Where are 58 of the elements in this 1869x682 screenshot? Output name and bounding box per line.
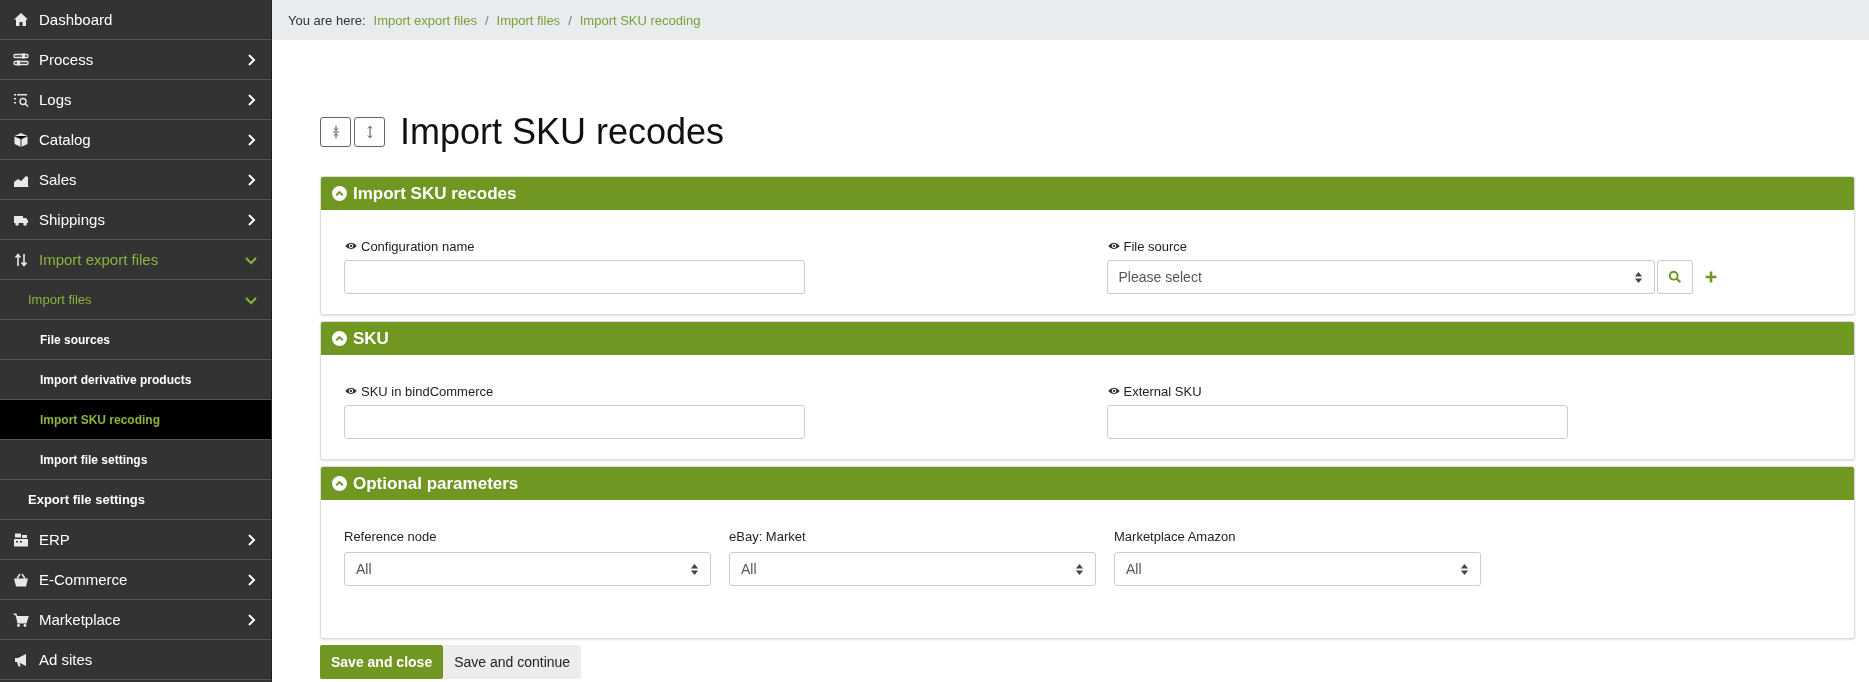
save-continue-button[interactable]: Save and continue: [443, 645, 582, 679]
arrows-inward-icon: [331, 125, 340, 139]
plus-icon: [1704, 271, 1717, 283]
text-input[interactable]: [1106, 405, 1568, 439]
field-label: Configuration name: [361, 238, 475, 254]
select-field[interactable]: All: [344, 552, 711, 586]
search-button[interactable]: [1656, 260, 1693, 294]
panel-title: SKU: [353, 328, 389, 349]
sidebar-item[interactable]: Export file settings: [0, 480, 271, 520]
basket-icon: [13, 571, 29, 588]
sidebar-item[interactable]: Ad sites: [0, 640, 271, 680]
sidebar-item[interactable]: Dashboard: [0, 0, 271, 40]
sidebar-item[interactable]: Process: [0, 40, 271, 80]
expand-all-button[interactable]: [354, 117, 385, 147]
page-title: Import SKU recodes: [400, 111, 725, 153]
cart-icon: [13, 611, 29, 628]
house-icon: [13, 11, 29, 28]
arrows-outward-icon: [365, 125, 374, 139]
megaphone-icon: [13, 651, 29, 668]
sort-arrows-icon: [690, 562, 699, 576]
panel-title: Import SKU recodes: [353, 183, 517, 204]
collapse-all-button[interactable]: [320, 117, 351, 147]
sidebar-item[interactable]: E-Commerce: [0, 560, 271, 600]
select-field[interactable]: All: [1114, 552, 1481, 586]
cube-icon: [13, 131, 29, 148]
search-icon: [1667, 270, 1682, 284]
sliders-icon: [13, 51, 29, 68]
field-label: File source: [1123, 238, 1188, 254]
list-search-icon: [13, 91, 29, 108]
sort-arrows-icon: [1460, 562, 1469, 576]
sidebar-item[interactable]: Shippings: [0, 200, 271, 240]
panel-title: Optional parameters: [353, 473, 519, 494]
cash-register-icon: [13, 531, 29, 548]
sidebar-item[interactable]: File sources: [0, 320, 271, 360]
select-field[interactable]: Please select: [1106, 260, 1655, 294]
sort-arrows-icon: [1075, 562, 1084, 576]
field-label: Marketplace Amazon: [1114, 528, 1236, 544]
text-input[interactable]: [344, 405, 805, 439]
field-label: Reference node: [344, 528, 437, 544]
sidebar-item[interactable]: ERP: [0, 520, 271, 560]
select-field[interactable]: All: [729, 552, 1096, 586]
sort-arrows-icon: [1633, 270, 1643, 284]
sidebar-item[interactable]: Logs: [0, 80, 271, 120]
sidebar-item[interactable]: Import files: [0, 280, 271, 320]
breadcrumb-label: You are here:: [288, 12, 366, 28]
sidebar-item[interactable]: Catalog: [0, 120, 271, 160]
sidebar-item[interactable]: Marketplace: [0, 600, 271, 640]
breadcrumb-separator: /: [484, 12, 489, 28]
text-input[interactable]: [344, 260, 805, 294]
sidebar-item[interactable]: Sales: [0, 160, 271, 200]
sidebar-item[interactable]: Import export files: [0, 240, 271, 280]
breadcrumb-separator: /: [568, 12, 572, 28]
field-label: External SKU: [1123, 383, 1202, 399]
sidebar-item[interactable]: Import SKU recoding: [0, 400, 271, 440]
field-label: eBay: Market: [729, 528, 806, 544]
field-label: SKU in bindCommerce: [361, 383, 494, 399]
sidebar-item[interactable]: Import file settings: [0, 440, 271, 480]
up-down-arrows-icon: [13, 251, 29, 268]
